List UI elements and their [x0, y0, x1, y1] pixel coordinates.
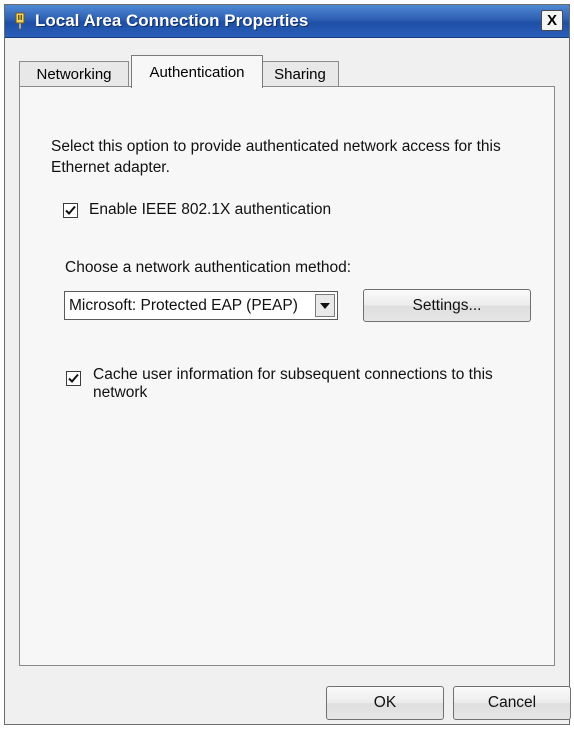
properties-dialog: Local Area Connection Properties X Netwo…: [4, 4, 571, 725]
tab-strip: Networking Authentication Sharing: [19, 55, 555, 88]
auth-method-label: Choose a network authentication method:: [65, 259, 352, 276]
window-title: Local Area Connection Properties: [35, 11, 309, 30]
close-button[interactable]: X: [541, 10, 563, 31]
ok-button[interactable]: OK: [326, 686, 444, 720]
close-icon: X: [546, 12, 557, 29]
network-adapter-icon: [13, 12, 27, 30]
checkmark-icon: [65, 205, 76, 215]
tab-authentication[interactable]: Authentication: [131, 55, 263, 88]
enable-8021x-label[interactable]: Enable IEEE 802.1X authentication: [89, 201, 331, 219]
tab-networking[interactable]: Networking: [19, 61, 129, 87]
auth-method-value: Microsoft: Protected EAP (PEAP): [69, 297, 298, 314]
enable-8021x-checkbox[interactable]: [63, 203, 78, 218]
auth-method-select[interactable]: Microsoft: Protected EAP (PEAP): [64, 291, 338, 320]
chevron-down-icon[interactable]: [315, 294, 335, 317]
cache-user-info-label[interactable]: Cache user information for subsequent co…: [93, 366, 513, 402]
auth-description: Select this option to provide authentica…: [51, 138, 501, 176]
cache-user-info-checkbox[interactable]: [66, 371, 81, 386]
checkmark-icon: [68, 373, 79, 383]
settings-button[interactable]: Settings...: [363, 289, 531, 322]
cancel-button[interactable]: Cancel: [453, 686, 571, 720]
title-bar[interactable]: Local Area Connection Properties X: [5, 5, 569, 38]
tab-sharing[interactable]: Sharing: [261, 61, 339, 87]
